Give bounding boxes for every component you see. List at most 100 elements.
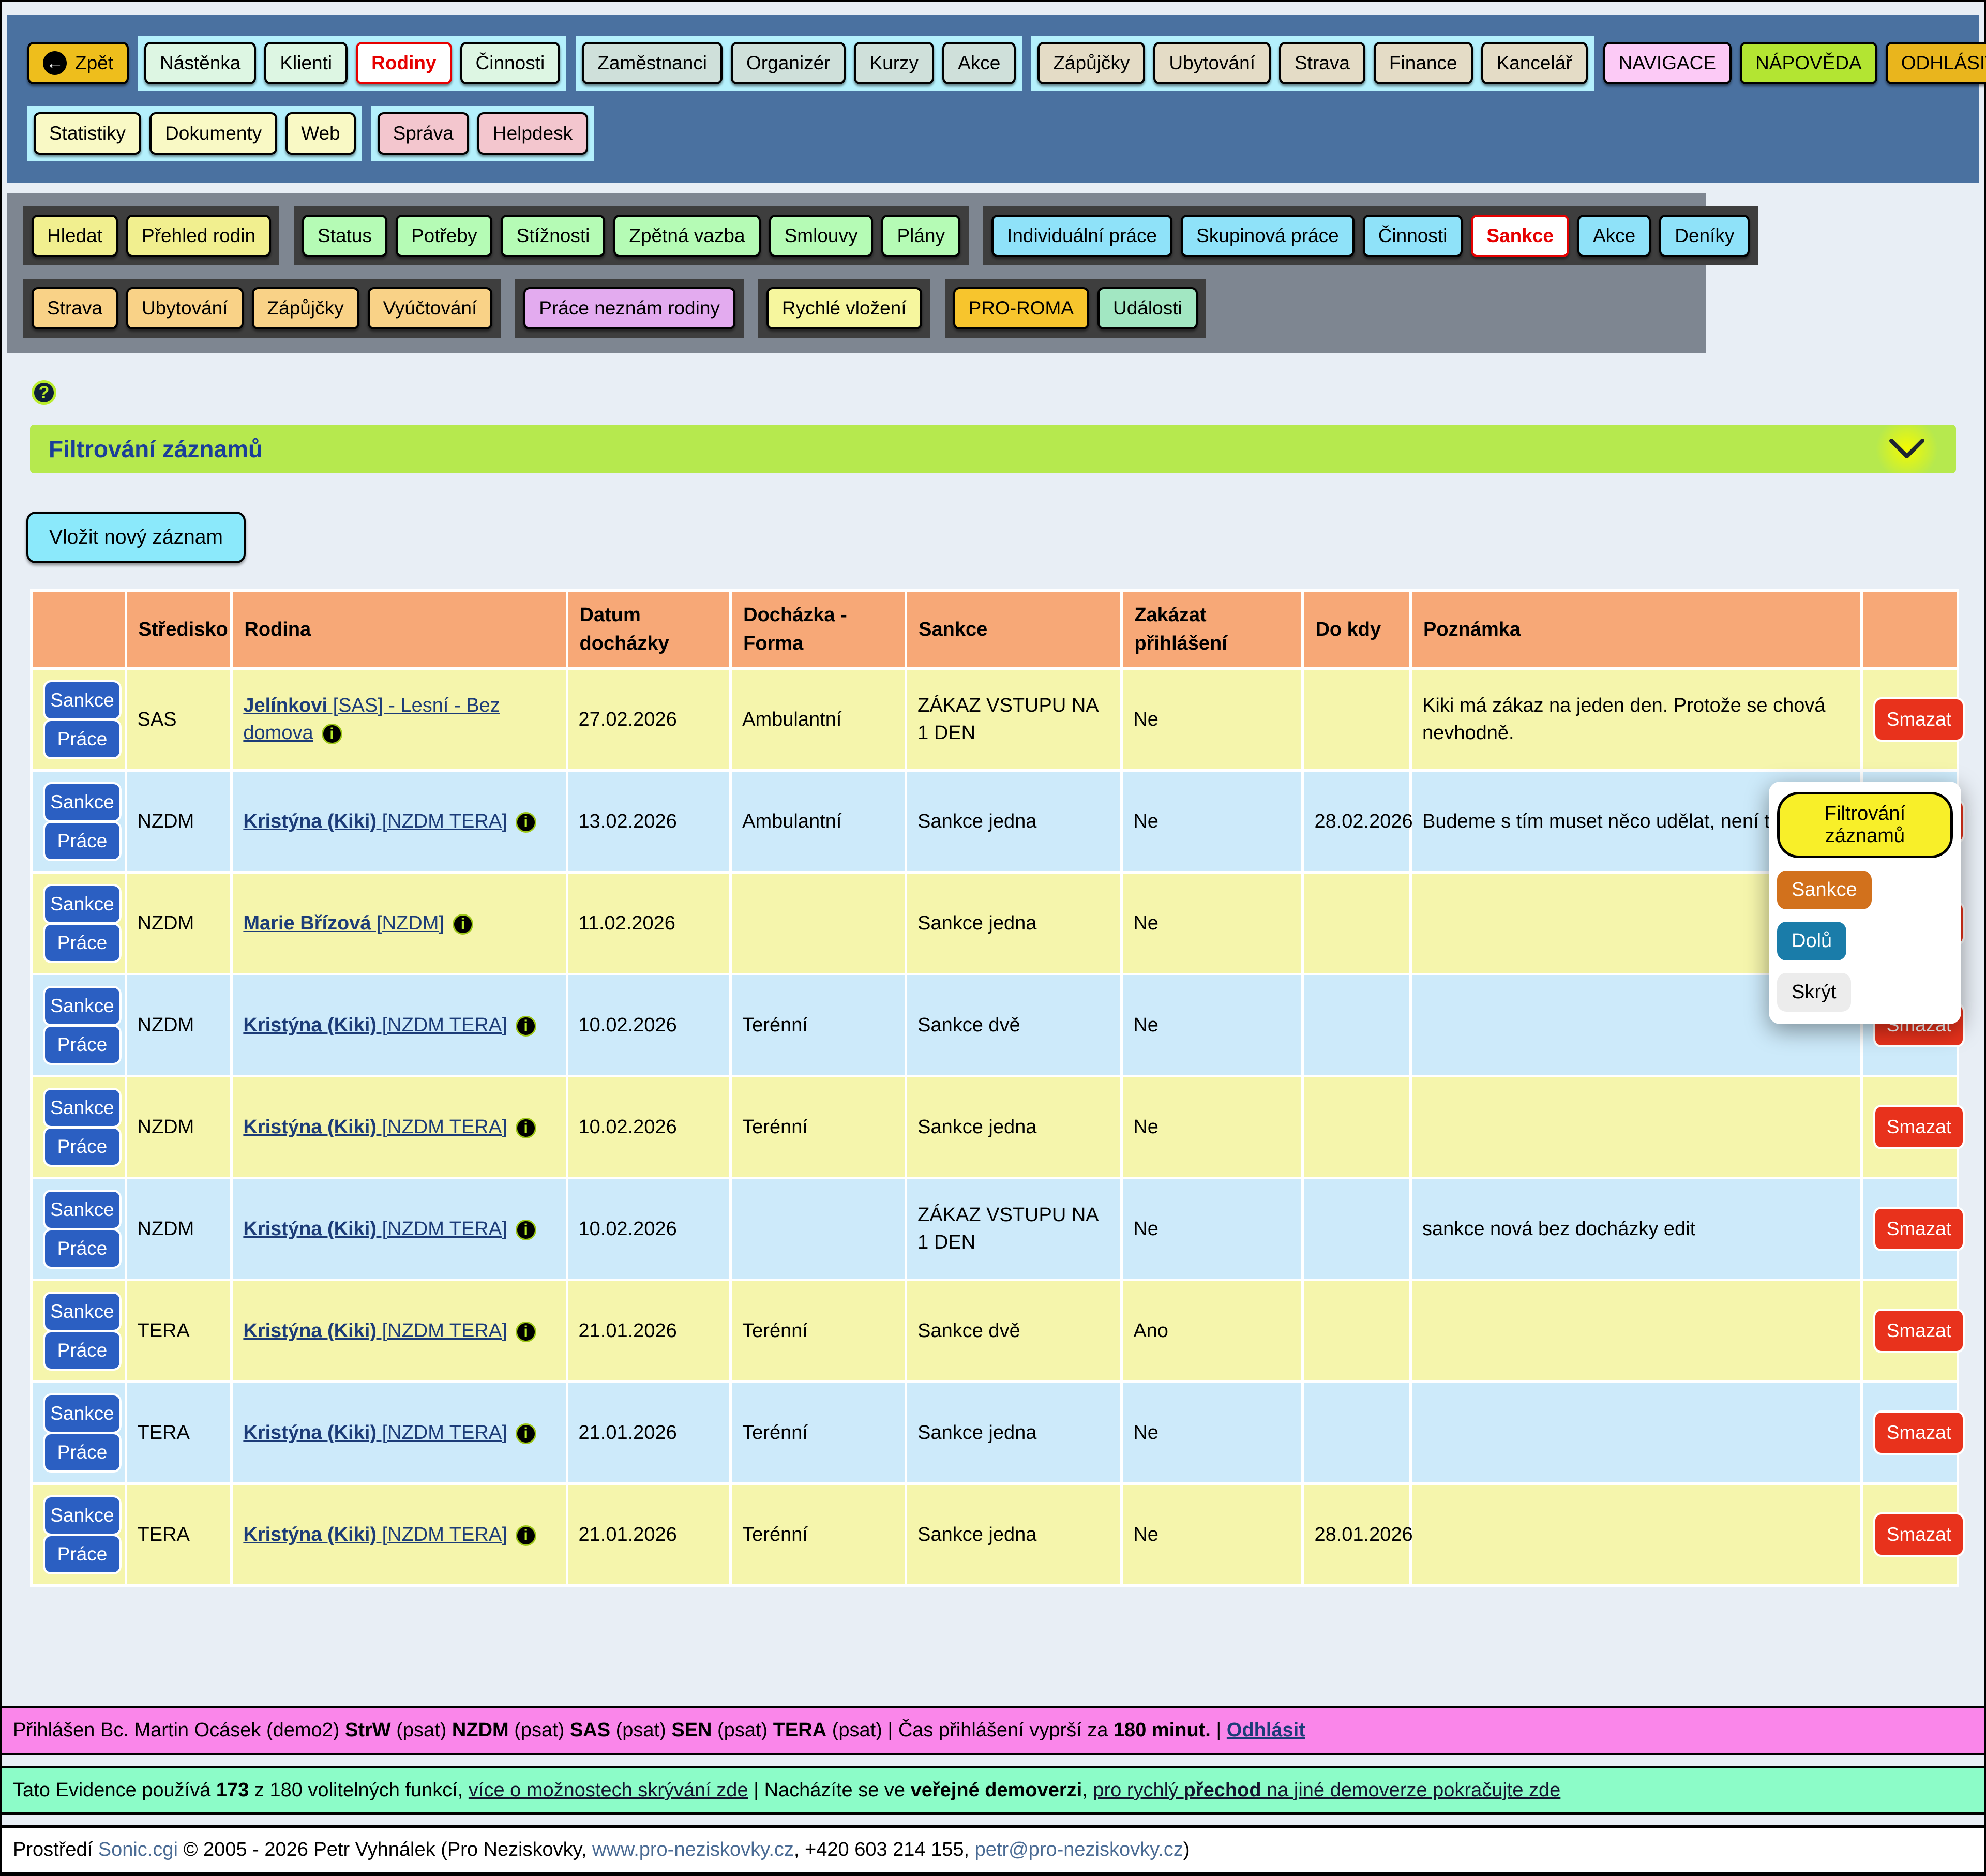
nav-button[interactable]: Kancelář	[1481, 42, 1588, 84]
family-link[interactable]: Kristýna (Kiki) [NZDM TERA]	[243, 1422, 507, 1444]
row-prace-button[interactable]: Práce	[43, 719, 122, 759]
nav-button[interactable]: Ubytování	[126, 287, 244, 329]
info-icon[interactable]: i	[516, 1525, 536, 1546]
nav-button[interactable]: Zápůjčky	[252, 287, 359, 329]
nav-button[interactable]: Ubytování	[1153, 42, 1271, 84]
row-sankce-button[interactable]: Sankce	[43, 782, 122, 822]
row-sankce-button[interactable]: Sankce	[43, 1393, 122, 1434]
info-icon[interactable]: i	[516, 1322, 536, 1342]
nav-button[interactable]: Strava	[1279, 42, 1365, 84]
nav-button[interactable]: Potřeby	[396, 215, 493, 257]
insert-new-record-button[interactable]: Vložit nový záznam	[26, 512, 246, 563]
nav-button[interactable]: Akce	[942, 42, 1016, 84]
website-link[interactable]: www.pro-neziskovky.cz	[592, 1839, 794, 1860]
hide-options-link[interactable]: více o možnostech skrývání zde	[469, 1779, 748, 1801]
delete-button[interactable]: Smazat	[1873, 1105, 1965, 1149]
nav-button[interactable]: Správa	[378, 112, 469, 155]
filter-panel-header[interactable]: Filtrování záznamů	[30, 425, 1956, 473]
info-icon[interactable]: i	[516, 1423, 536, 1444]
nav-button[interactable]: Statistiky	[34, 112, 141, 155]
row-sankce-button[interactable]: Sankce	[43, 884, 122, 924]
nav-button[interactable]: Dokumenty	[149, 112, 277, 155]
delete-button[interactable]: Smazat	[1873, 1410, 1965, 1455]
family-link[interactable]: Kristýna (Kiki) [NZDM TERA]	[243, 811, 507, 832]
nav-button[interactable]: Helpdesk	[477, 112, 588, 155]
nav-button[interactable]: NAVIGACE	[1603, 42, 1732, 84]
email-link[interactable]: petr@pro-neziskovky.cz	[975, 1839, 1183, 1860]
info-icon[interactable]: i	[516, 1016, 536, 1037]
popup-filter-button[interactable]: Filtrování záznamů	[1777, 792, 1953, 858]
info-icon[interactable]: i	[516, 1118, 536, 1138]
nav-button[interactable]: ODHLÁSIT	[1886, 42, 1986, 84]
row-prace-button[interactable]: Práce	[43, 1534, 122, 1574]
nav-button[interactable]: PRO-ROMA	[953, 287, 1090, 329]
nav-button[interactable]: Zpětná vazba	[613, 215, 760, 257]
demo-switch-link[interactable]: pro rychlý přechod na jiné demoverze pok…	[1093, 1779, 1560, 1801]
row-sankce-button[interactable]: Sankce	[43, 986, 122, 1026]
family-link[interactable]: Jelínkovi [SAS] - Lesní - Bez domova	[243, 695, 500, 744]
row-prace-button[interactable]: Práce	[43, 1025, 122, 1065]
nav-button[interactable]: Klienti	[264, 42, 348, 84]
nav-button[interactable]: Skupinová práce	[1181, 215, 1355, 257]
family-link[interactable]: Kristýna (Kiki) [NZDM TERA]	[243, 1116, 507, 1138]
row-sankce-button[interactable]: Sankce	[43, 680, 122, 721]
row-prace-button[interactable]: Práce	[43, 923, 122, 963]
nav-button[interactable]: Kurzy	[854, 42, 934, 84]
help-icon[interactable]: ?	[32, 380, 56, 405]
nav-button[interactable]: Nástěnka	[144, 42, 256, 84]
row-prace-button[interactable]: Práce	[43, 1432, 122, 1473]
nav-button[interactable]: Přehled rodin	[126, 215, 271, 257]
row-sankce-button[interactable]: Sankce	[43, 1292, 122, 1332]
nav-button[interactable]: Smlouvy	[769, 215, 874, 257]
nav-button[interactable]: Zaměstnanci	[582, 42, 723, 84]
nav-button[interactable]: Události	[1097, 287, 1198, 329]
nav-button[interactable]: Rychlé vložení	[766, 287, 922, 329]
nav-button[interactable]: Organizér	[731, 42, 846, 84]
info-icon[interactable]: i	[322, 724, 342, 744]
nav-button[interactable]: Deníky	[1659, 215, 1750, 257]
chevron-down-icon[interactable]	[1863, 425, 1951, 473]
row-sankce-button[interactable]: Sankce	[43, 1190, 122, 1230]
family-link[interactable]: Kristýna (Kiki) [NZDM TERA]	[243, 1320, 507, 1342]
row-prace-button[interactable]: Práce	[43, 1330, 122, 1371]
family-link[interactable]: Kristýna (Kiki) [NZDM TERA]	[243, 1218, 507, 1240]
delete-button[interactable]: Smazat	[1873, 1512, 1965, 1557]
row-prace-button[interactable]: Práce	[43, 1228, 122, 1269]
nav-button[interactable]: Status	[302, 215, 387, 257]
nav-button[interactable]: Plány	[881, 215, 960, 257]
row-sankce-button[interactable]: Sankce	[43, 1495, 122, 1536]
nav-button[interactable]: Vyúčtování	[368, 287, 493, 329]
nav-button[interactable]: Akce	[1577, 215, 1651, 257]
family-link[interactable]: Marie Břízová [NZDM]	[243, 912, 444, 934]
row-sankce-button[interactable]: Sankce	[43, 1088, 122, 1128]
sonic-link[interactable]: Sonic.cgi	[98, 1839, 178, 1860]
nav-button[interactable]: Činnosti	[460, 42, 561, 84]
back-button[interactable]: ← Zpět	[27, 42, 129, 84]
nav-button[interactable]: Individuální práce	[991, 215, 1172, 257]
info-icon[interactable]: i	[453, 914, 473, 935]
nav-button[interactable]: Sankce	[1471, 215, 1569, 257]
delete-button[interactable]: Smazat	[1873, 1309, 1965, 1353]
popup-menu-item-dolů[interactable]: Dolů	[1777, 922, 1846, 960]
delete-button[interactable]: Smazat	[1873, 697, 1965, 742]
logout-link[interactable]: Odhlásit	[1227, 1719, 1305, 1741]
nav-button[interactable]: Stížnosti	[501, 215, 605, 257]
nav-button[interactable]: Strava	[32, 287, 118, 329]
popup-menu-item-sankce[interactable]: Sankce	[1777, 871, 1872, 909]
info-icon[interactable]: i	[516, 812, 536, 833]
info-icon[interactable]: i	[516, 1220, 536, 1240]
nav-button[interactable]: Hledat	[32, 215, 118, 257]
row-prace-button[interactable]: Práce	[43, 821, 122, 861]
nav-button[interactable]: Zápůjčky	[1037, 42, 1145, 84]
nav-button[interactable]: Finance	[1374, 42, 1473, 84]
popup-menu-item-skrýt[interactable]: Skrýt	[1777, 973, 1851, 1012]
nav-button[interactable]: Rodiny	[356, 42, 452, 84]
row-prace-button[interactable]: Práce	[43, 1127, 122, 1167]
family-link[interactable]: Kristýna (Kiki) [NZDM TERA]	[243, 1014, 507, 1036]
delete-button[interactable]: Smazat	[1873, 1207, 1965, 1251]
nav-button[interactable]: Web	[285, 112, 355, 155]
nav-button[interactable]: NÁPOVĚDA	[1740, 42, 1877, 84]
family-link[interactable]: Kristýna (Kiki) [NZDM TERA]	[243, 1524, 507, 1545]
nav-button[interactable]: Práce neznám rodiny	[523, 287, 735, 329]
nav-button[interactable]: Činnosti	[1363, 215, 1463, 257]
